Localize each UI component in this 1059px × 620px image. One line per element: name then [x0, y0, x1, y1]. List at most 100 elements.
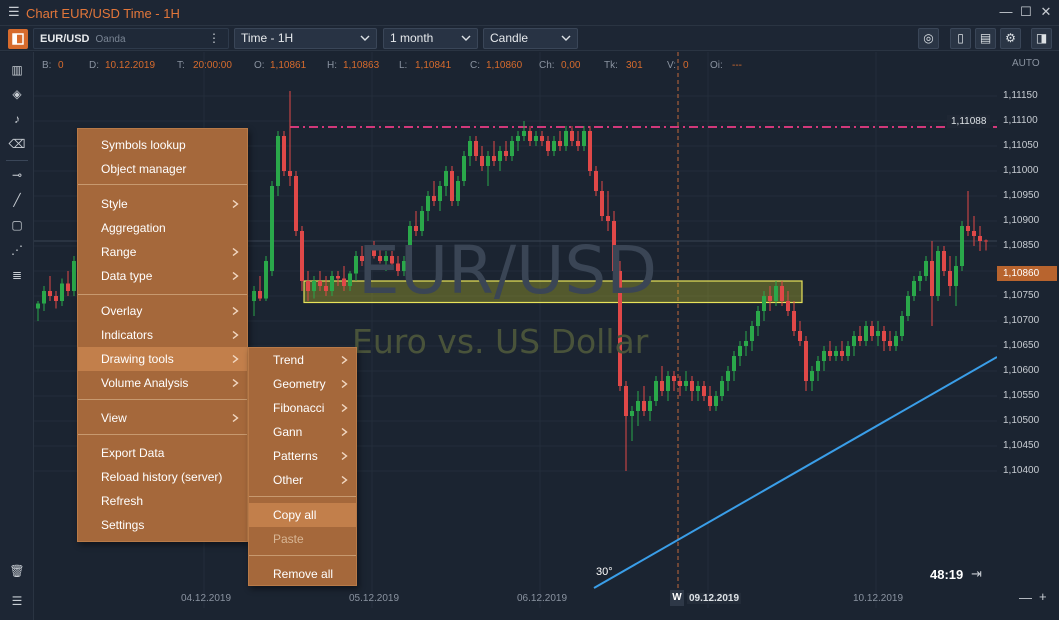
hline-tool-button[interactable]: ⊸ [7, 165, 27, 185]
submenu-item-trend[interactable]: Trend [249, 348, 356, 372]
candle-body [954, 266, 958, 286]
fibonacci-tool-button[interactable]: ≣ [7, 265, 27, 285]
menu-item-drawing-tools[interactable]: Drawing tools [78, 347, 247, 371]
submenu-item-copy-all[interactable]: Copy all [249, 503, 356, 527]
menu-item-style[interactable]: Style [78, 192, 247, 216]
candle-body [456, 181, 460, 201]
menu-separator [249, 555, 356, 556]
minimize-icon[interactable]: — [998, 4, 1014, 20]
panel-toggle-button[interactable] [8, 29, 28, 49]
drawing-tools-submenu: Trend Geometry Fibonacci Gann Patterns Other C… [248, 347, 357, 586]
candle-body [906, 296, 910, 316]
menu-item-label: Data type [101, 269, 153, 283]
submenu-item-remove-all[interactable]: Remove all [249, 562, 356, 586]
submenu-item-fibonacci[interactable]: Fibonacci [249, 396, 356, 420]
maximize-icon[interactable]: ☐ [1018, 4, 1034, 20]
candle-body [960, 226, 964, 266]
chevron-right-icon [341, 356, 348, 364]
submenu-item-paste: Paste [249, 527, 356, 551]
chart-type-select[interactable]: Candle [483, 28, 578, 49]
alert-button[interactable]: ♪ [7, 109, 27, 129]
price-label: 1,10400 [1003, 465, 1040, 476]
menu-item-volume-analysis[interactable]: Volume Analysis [78, 371, 247, 395]
menu-item-aggregation[interactable]: Aggregation [78, 216, 247, 240]
price-label: 1,10450 [1003, 440, 1040, 451]
pitchfork-tool-button[interactable]: ⋰ [7, 240, 27, 260]
price-label: 1,10550 [1003, 390, 1040, 401]
candle-body [348, 273, 352, 286]
print-button[interactable]: ▤ [975, 28, 996, 49]
zoom-in-icon[interactable]: + [1039, 589, 1047, 604]
print-icon: ▤ [979, 31, 992, 45]
menu-item-refresh[interactable]: Refresh [78, 489, 247, 513]
chart-tool-button[interactable]: ▥ [7, 60, 27, 80]
side-panel-button[interactable]: ◨ [1031, 28, 1052, 49]
submenu-item-gann[interactable]: Gann [249, 420, 356, 444]
candle-body [588, 131, 592, 171]
time-axis[interactable]: 04.12.2019 05.12.2019 06.12.2019 W 09.12… [34, 588, 997, 608]
timeframe-value: Time - 1H [241, 31, 294, 45]
info-key: H: [327, 60, 337, 71]
price-label: 1,10500 [1003, 415, 1040, 426]
menu-item-overlay[interactable]: Overlay [78, 299, 247, 323]
menu-item-object-manager[interactable]: Object manager [78, 157, 247, 181]
layers-button[interactable]: ◈ [7, 84, 27, 104]
chevron-down-icon [561, 35, 571, 41]
time-label: 05.12.2019 [349, 593, 400, 604]
info-value: 1,10841 [415, 60, 452, 71]
delete-button[interactable]: 🗑 [7, 561, 27, 581]
candle-body [600, 191, 604, 216]
candle-body [774, 286, 778, 301]
time-label: 10.12.2019 [853, 593, 904, 604]
gear-icon: ⚙ [1005, 31, 1016, 45]
eraser-button[interactable]: ⌫ [7, 134, 27, 154]
menu-item-indicators[interactable]: Indicators [78, 323, 247, 347]
price-axis[interactable]: AUTO 1,11150 1,11100 1,11050 1,11000 1,10950… [997, 52, 1059, 608]
menu-item-label: View [101, 411, 127, 425]
price-label: 1,11150 [1003, 90, 1038, 101]
menu-item-view[interactable]: View [78, 406, 247, 430]
settings-button[interactable]: ⚙ [1000, 28, 1021, 49]
info-value: 0,00 [561, 60, 581, 71]
submenu-item-patterns[interactable]: Patterns [249, 444, 356, 468]
price-label: 1,10600 [1003, 365, 1040, 376]
scroll-to-end-icon[interactable]: ⇥ [971, 566, 982, 582]
menu-item-settings[interactable]: Settings [78, 513, 247, 537]
menu-item-export-data[interactable]: Export Data [78, 441, 247, 465]
menu-item-label: Volume Analysis [101, 376, 189, 390]
symbol-selector[interactable]: EUR/USD Oanda ⋮ [33, 28, 229, 49]
price-label: 1,10750 [1003, 290, 1040, 301]
zoom-out-icon[interactable]: — [1019, 590, 1032, 605]
more-vertical-icon[interactable]: ⋮ [208, 31, 220, 45]
candle-body [660, 381, 664, 391]
candle-body [420, 211, 424, 231]
range-select[interactable]: 1 month [383, 28, 478, 49]
menu-item-reload-history-server[interactable]: Reload history (server) [78, 465, 247, 489]
candle-body [342, 278, 346, 286]
timeframe-select[interactable]: Time - 1H [234, 28, 377, 49]
candle-countdown: 48:19 [930, 567, 964, 582]
menu-item-data-type[interactable]: Data type [78, 264, 247, 288]
menu-item-range[interactable]: Range [78, 240, 247, 264]
list-button[interactable]: ☰ [7, 591, 27, 611]
info-value: 0 [683, 60, 689, 71]
candle-body [294, 176, 298, 231]
trendline-tool-button[interactable]: ╱ [7, 190, 27, 210]
submenu-item-other[interactable]: Other [249, 468, 356, 492]
layers-icon: ◈ [12, 87, 22, 101]
candle-body [966, 226, 970, 231]
info-key: D: [89, 60, 99, 71]
candle-body [480, 156, 484, 166]
candle-body [414, 226, 418, 231]
menu-separator [249, 496, 356, 497]
close-icon[interactable]: ✕ [1038, 4, 1054, 20]
chevron-right-icon [232, 272, 239, 280]
rectangle-tool-button[interactable]: ▢ [7, 215, 27, 235]
radar-button[interactable]: ◎ [918, 28, 939, 49]
menu-item-symbols-lookup[interactable]: Symbols lookup [78, 133, 247, 157]
candle-body [276, 136, 280, 186]
auto-scale-toggle[interactable]: AUTO [1012, 58, 1040, 69]
submenu-item-geometry[interactable]: Geometry [249, 372, 356, 396]
mouse-button[interactable]: ▯ [950, 28, 971, 49]
hamburger-icon[interactable]: ☰ [8, 4, 20, 20]
